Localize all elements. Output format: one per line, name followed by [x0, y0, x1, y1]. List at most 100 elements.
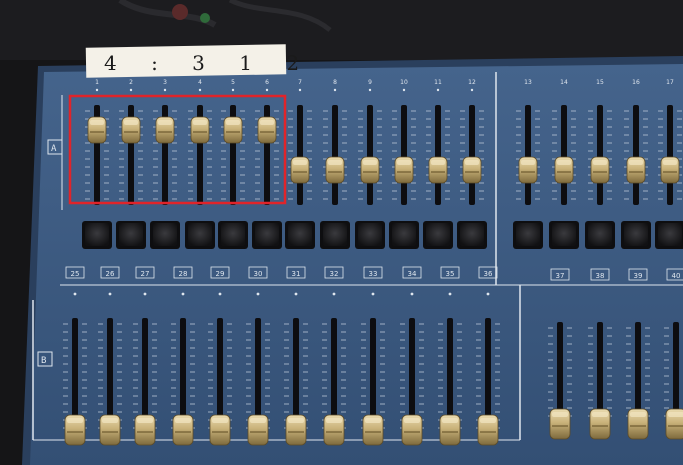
- fader-slot: [667, 105, 673, 205]
- fader-slot: [332, 105, 338, 205]
- fader-knob[interactable]: [247, 414, 269, 446]
- fader-knob[interactable]: [99, 414, 121, 446]
- section-a-text: A: [51, 144, 57, 154]
- flash-button[interactable]: [252, 221, 282, 249]
- fader-knob[interactable]: [462, 156, 482, 184]
- fader-knob[interactable]: [190, 116, 210, 144]
- channel-dot: [410, 292, 414, 296]
- channel-dot: [486, 292, 490, 296]
- flash-button[interactable]: [513, 221, 543, 249]
- fader-knob[interactable]: [323, 414, 345, 446]
- fader-knob[interactable]: [626, 156, 646, 184]
- upper-channel-number: 12: [468, 79, 476, 86]
- channel-dot: [333, 88, 337, 92]
- right-channel-number: 16: [632, 79, 640, 86]
- fader-slot: [525, 105, 531, 205]
- lower-channel-number: 30: [254, 270, 263, 278]
- fader-slot: [401, 105, 407, 205]
- lower-channel-number: 34: [408, 270, 417, 278]
- upper-channel-number: 4: [198, 79, 202, 86]
- fader-slot: [255, 318, 261, 430]
- channel-dot: [129, 88, 133, 92]
- fader-knob[interactable]: [439, 414, 461, 446]
- fader-knob[interactable]: [401, 414, 423, 446]
- flash-button[interactable]: [355, 221, 385, 249]
- flash-button[interactable]: [150, 221, 180, 249]
- flash-button[interactable]: [82, 221, 112, 249]
- fader-slot: [367, 105, 373, 205]
- fader-knob[interactable]: [477, 414, 499, 446]
- flash-button[interactable]: [389, 221, 419, 249]
- lower-channel-number: 37: [556, 272, 565, 280]
- fader-knob[interactable]: [549, 408, 571, 440]
- lower-channel-number: 26: [106, 270, 115, 278]
- channel-dot: [143, 292, 147, 296]
- channel-dot: [371, 292, 375, 296]
- fader-knob[interactable]: [87, 116, 107, 144]
- flash-button[interactable]: [457, 221, 487, 249]
- channel-dot: [298, 88, 302, 92]
- fader-knob[interactable]: [121, 116, 141, 144]
- fader-knob[interactable]: [360, 156, 380, 184]
- upper-channel-number: 6: [265, 79, 269, 86]
- upper-channel-number: 9: [368, 79, 372, 86]
- channel-dot: [368, 88, 372, 92]
- upper-channel-number: 8: [333, 79, 337, 86]
- lower-channel-number: 39: [634, 272, 643, 280]
- channel-dot: [402, 88, 406, 92]
- fader-slot: [633, 105, 639, 205]
- fader-knob[interactable]: [627, 408, 649, 440]
- fader-knob[interactable]: [362, 414, 384, 446]
- flash-button[interactable]: [549, 221, 579, 249]
- flash-button[interactable]: [116, 221, 146, 249]
- fader-knob[interactable]: [134, 414, 156, 446]
- console-svg: 4 : 3 1 2 1 2 3 4 5 6 7 8 9 10 11 12 13 14 15 16 17 25 2…: [0, 0, 683, 465]
- fader-knob[interactable]: [285, 414, 307, 446]
- fader-knob[interactable]: [223, 116, 243, 144]
- fader-slot: [180, 318, 186, 430]
- fader-knob[interactable]: [428, 156, 448, 184]
- fader-slot: [107, 318, 113, 430]
- fader-knob[interactable]: [589, 408, 611, 440]
- channel-dot: [108, 292, 112, 296]
- lighting-console-photo: 4 : 3 1 2 1 2 3 4 5 6 7 8 9 10 11 12 13 14 15 16 17 25 2…: [0, 0, 683, 465]
- section-b-text: B: [41, 356, 46, 366]
- channel-dot: [436, 88, 440, 92]
- flash-button[interactable]: [185, 221, 215, 249]
- flash-button[interactable]: [218, 221, 248, 249]
- fader-knob[interactable]: [660, 156, 680, 184]
- fader-slot: [331, 318, 337, 430]
- lower-channel-number: 29: [216, 270, 225, 278]
- fader-knob[interactable]: [518, 156, 538, 184]
- fader-knob[interactable]: [325, 156, 345, 184]
- flash-button[interactable]: [285, 221, 315, 249]
- fader-slot: [485, 318, 491, 430]
- fader-knob[interactable]: [665, 408, 683, 440]
- flash-button[interactable]: [621, 221, 651, 249]
- channel-dot: [294, 292, 298, 296]
- lower-channel-number: 40: [672, 272, 681, 280]
- channel-dot: [231, 88, 235, 92]
- flash-button[interactable]: [585, 221, 615, 249]
- upper-channel-number: 11: [434, 79, 442, 86]
- fader-knob[interactable]: [257, 116, 277, 144]
- fader-knob[interactable]: [64, 414, 86, 446]
- tape-label-text: 4 : 3 1 2: [104, 51, 313, 75]
- fader-knob[interactable]: [290, 156, 310, 184]
- flash-button[interactable]: [655, 221, 683, 249]
- fader-knob[interactable]: [155, 116, 175, 144]
- channel-dot: [470, 88, 474, 92]
- lower-channel-number: 38: [596, 272, 605, 280]
- flash-button[interactable]: [320, 221, 350, 249]
- fader-knob[interactable]: [172, 414, 194, 446]
- fader-knob[interactable]: [394, 156, 414, 184]
- lower-channel-number: 35: [446, 270, 455, 278]
- fader-knob[interactable]: [590, 156, 610, 184]
- lower-channel-number: 36: [484, 270, 493, 278]
- fader-knob[interactable]: [554, 156, 574, 184]
- flash-button[interactable]: [423, 221, 453, 249]
- fader-knob[interactable]: [209, 414, 231, 446]
- channel-dot: [256, 292, 260, 296]
- fader-slot: [297, 105, 303, 205]
- right-channel-number: 17: [666, 79, 674, 86]
